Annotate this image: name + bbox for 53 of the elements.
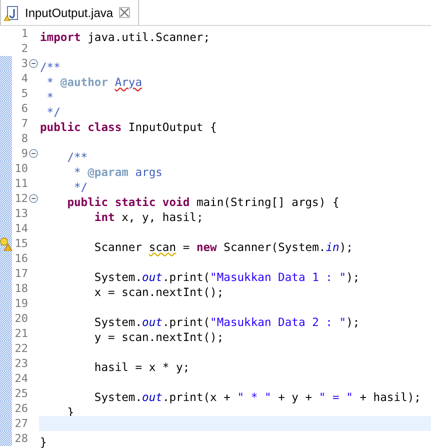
line-number: 1 <box>20 26 28 41</box>
collapse-icon[interactable] <box>29 194 38 203</box>
line-number: 20 <box>14 311 28 326</box>
line-number: 11 <box>14 176 28 191</box>
code-line: System.out.print("Masukkan Data 1 : "); <box>93 270 360 285</box>
line-number: 17 <box>14 266 28 281</box>
code-line: * @author Arya <box>46 75 142 90</box>
code-line: * @param args <box>73 165 162 180</box>
line-number: 9 <box>20 146 28 161</box>
line-number: 25 <box>14 386 28 401</box>
line-number: 3 <box>20 56 28 71</box>
line-number: 14 <box>14 221 28 236</box>
line-number: 4 <box>20 71 28 86</box>
line-number: 22 <box>14 341 28 356</box>
line-number: 15 <box>14 236 28 251</box>
line-number: 7 <box>20 116 28 131</box>
code-line: int x, y, hasil; <box>93 210 204 225</box>
line-number: 13 <box>14 206 28 221</box>
code-line: /** <box>66 150 88 165</box>
line-number: 18 <box>14 281 28 296</box>
line-number: 26 <box>14 401 28 416</box>
code-line: */ <box>46 105 60 120</box>
code-line: */ <box>73 180 88 195</box>
code-line: x = scan.nextInt(); <box>93 285 224 300</box>
line-number: 28 <box>14 431 28 446</box>
java-file-warning-icon <box>4 4 19 20</box>
editor-tab[interactable]: InputOutput.java <box>0 0 140 25</box>
code-line: System.out.print(x + " * " + y + " = " + hasil); <box>93 390 421 405</box>
line-number: 24 <box>14 371 28 386</box>
line-number: 19 <box>14 296 28 311</box>
collapse-icon[interactable] <box>29 59 38 68</box>
line-number: 10 <box>14 161 28 176</box>
code-line: y = scan.nextInt(); <box>93 330 224 345</box>
collapse-icon[interactable] <box>29 149 38 158</box>
code-line: System.out.print("Masukkan Data 2 : "); <box>93 315 360 330</box>
line-number: 21 <box>14 326 28 341</box>
code-line: import java.util.Scanner; <box>40 30 210 45</box>
code-line: Scanner scan = new Scanner(System.in); <box>93 240 353 255</box>
line-number: 27 <box>14 416 28 431</box>
line-number: 2 <box>20 41 28 56</box>
code-line: hasil = x * y; <box>93 360 190 375</box>
code-line: * <box>46 90 54 105</box>
code-line: public static void main(String[] args) { <box>66 195 340 210</box>
line-number: 6 <box>20 101 28 116</box>
line-number: 16 <box>14 251 28 266</box>
line-number: 23 <box>14 356 28 371</box>
line-number: 12 <box>14 191 28 206</box>
code-line: public class InputOutput { <box>40 120 217 135</box>
line-number: 8 <box>20 131 28 146</box>
code-line: /** <box>40 60 60 75</box>
line-number: 5 <box>20 86 28 101</box>
close-icon[interactable] <box>119 7 130 18</box>
code-line: } <box>40 435 47 448</box>
